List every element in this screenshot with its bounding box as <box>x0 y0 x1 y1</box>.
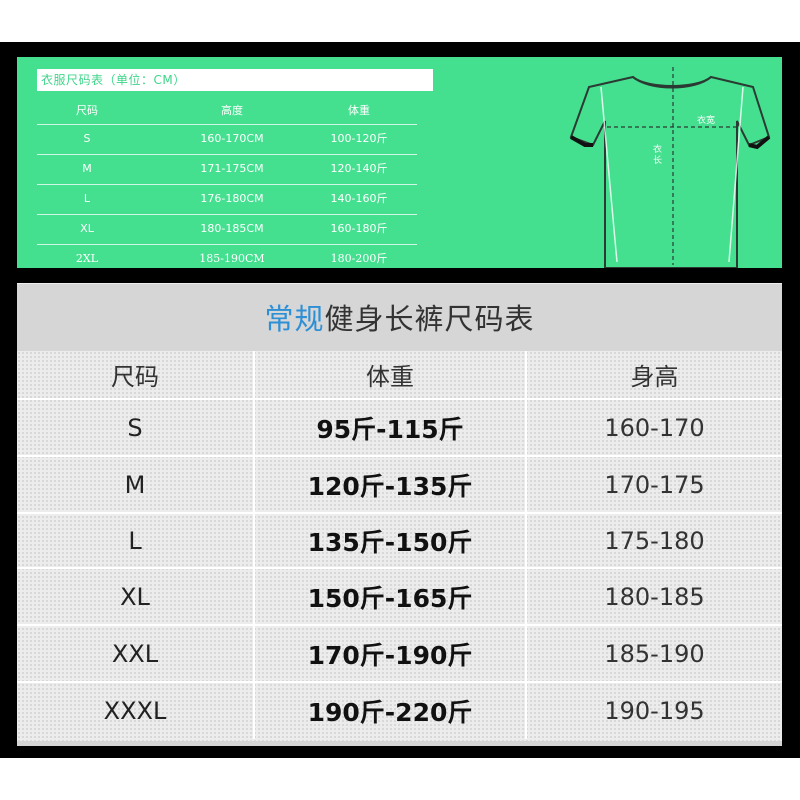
pants-size-table: 尺码 体重 身高 S 95斤-115斤 160-170 M 120斤-135斤 … <box>17 351 782 741</box>
table-row: XXL 170斤-190斤 185-190 <box>17 626 782 683</box>
table-row: XL 150斤-165斤 180-185 <box>17 569 782 626</box>
size-cell: XL <box>17 569 255 624</box>
height-cell: 190-195 <box>604 697 705 725</box>
header-height: 高度 <box>221 104 243 117</box>
size-cell: XXL <box>17 626 255 681</box>
table-row: M 171-175CM 120-140斤 <box>37 155 417 185</box>
shirt-length-label: 衣长 <box>653 145 663 166</box>
weight-cell: 100-120斤 <box>330 132 388 145</box>
size-cell: L <box>17 514 255 567</box>
table-row: 2XL 185-190CM 180-200斤 <box>37 245 417 268</box>
weight-cell: 120-140斤 <box>330 162 388 175</box>
height-cell: 175-180 <box>604 526 705 555</box>
height-cell: 185-190 <box>604 639 705 668</box>
title-accent: 常规 <box>264 302 325 336</box>
tshirt-diagram: 衣宽 衣长 <box>557 57 782 268</box>
header-size: 尺码 <box>17 351 255 398</box>
table-row: XL 180-185CM 160-180斤 <box>37 215 417 245</box>
size-cell: XL <box>80 222 94 235</box>
size-cell: L <box>83 192 91 205</box>
table-row: S 160-170CM 100-120斤 <box>37 125 417 155</box>
size-cell: M <box>82 162 92 175</box>
pants-table-header: 尺码 体重 身高 <box>17 351 782 400</box>
weight-cell: 95斤-115斤 <box>255 400 527 455</box>
shirt-size-chart: 衣服尺码表（单位：CM） 尺码 高度 体重 S 160-170CM 100-12… <box>17 57 782 268</box>
weight-cell: 140-160斤 <box>330 192 388 205</box>
weight-cell: 120斤-135斤 <box>255 457 527 512</box>
table-row: M 120斤-135斤 170-175 <box>17 457 782 514</box>
height-cell: 185-190CM <box>199 252 265 265</box>
header-weight: 体重 <box>255 351 527 398</box>
size-cell: S <box>83 132 91 145</box>
height-cell: 160-170CM <box>200 132 264 145</box>
tshirt-outline-icon <box>569 67 771 268</box>
size-cell: 2XL <box>75 252 99 265</box>
header-weight: 体重 <box>348 104 370 117</box>
pants-chart-title-band: 常规健身长裤尺码表 <box>17 283 782 352</box>
header-size: 尺码 <box>76 104 98 117</box>
table-bottom-border <box>17 741 782 746</box>
header-height: 身高 <box>630 363 679 391</box>
height-cell: 180-185CM <box>200 222 264 235</box>
weight-cell: 170斤-190斤 <box>255 626 527 681</box>
height-cell: 176-180CM <box>200 192 264 205</box>
shirt-size-chart-title: 衣服尺码表（单位：CM） <box>37 69 433 91</box>
weight-cell: 150斤-165斤 <box>255 569 527 624</box>
height-cell: 160-170 <box>604 413 705 442</box>
table-row: XXXL 190斤-220斤 190-195 <box>17 683 782 739</box>
weight-cell: 135斤-150斤 <box>255 514 527 567</box>
shirt-table-header: 尺码 高度 体重 <box>37 99 417 125</box>
height-cell: 170-175 <box>604 470 705 499</box>
table-row: S 95斤-115斤 160-170 <box>17 400 782 457</box>
table-row: L 135斤-150斤 175-180 <box>17 514 782 569</box>
weight-cell: 160-180斤 <box>330 222 388 235</box>
size-cell: S <box>17 400 255 455</box>
pants-chart-title: 常规健身长裤尺码表 <box>17 284 782 352</box>
weight-cell: 180-200斤 <box>330 252 388 265</box>
title-rest: 健身长裤尺码表 <box>324 302 535 336</box>
shirt-width-label: 衣宽 <box>697 116 716 126</box>
table-row: L 176-180CM 140-160斤 <box>37 185 417 215</box>
shirt-size-table: 尺码 高度 体重 S 160-170CM 100-120斤 M 171-175C… <box>37 99 417 268</box>
size-cell: M <box>17 457 255 512</box>
weight-cell: 190斤-220斤 <box>255 683 527 739</box>
height-cell: 171-175CM <box>200 162 264 175</box>
height-cell: 180-185 <box>604 582 705 611</box>
size-cell: XXXL <box>17 683 255 739</box>
